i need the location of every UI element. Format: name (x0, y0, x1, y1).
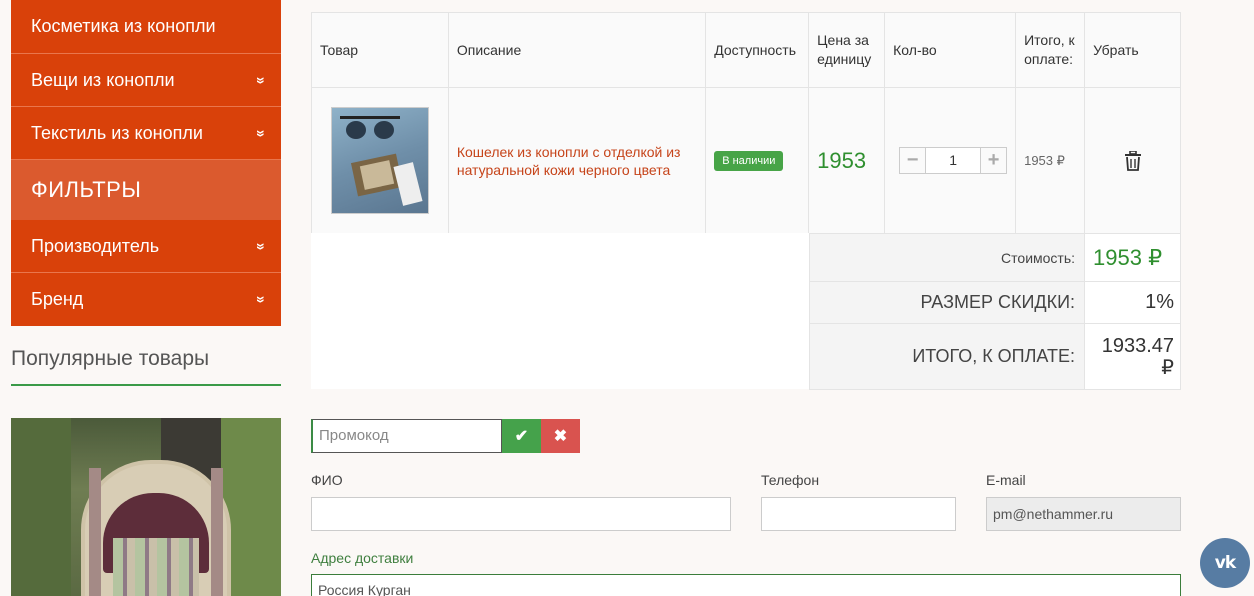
total-cell: 1953 ₽ (1015, 87, 1086, 234)
col-availability: Доступность (705, 12, 810, 88)
name-field[interactable] (311, 497, 731, 531)
col-description: Описание (447, 12, 707, 88)
availability-cell: В наличии (705, 87, 810, 234)
menu-item-label: Косметика из конопли (31, 16, 216, 36)
quantity-increase-button[interactable]: + (980, 147, 1008, 174)
filter-label: Производитель (31, 235, 160, 256)
chevron-down-icon[interactable]: » (252, 242, 272, 249)
filter-manufacturer[interactable]: Производитель » (11, 220, 281, 273)
product-image-cell (311, 87, 449, 234)
cost-label: Стоимость: (808, 233, 1086, 282)
chevron-down-icon[interactable]: » (252, 76, 272, 83)
filter-brand[interactable]: Бренд » (11, 273, 281, 326)
filter-label: Бренд (31, 289, 84, 309)
col-total: Итого, к оплате: (1015, 12, 1086, 88)
quantity-decrease-button[interactable]: − (899, 147, 927, 174)
total-label: ИТОГО, К ОПЛАТЕ: (808, 323, 1086, 390)
address-field[interactable]: Россия Курган (311, 574, 1181, 596)
category-menu: Косметика из конопли Вещи из конопли » Т… (11, 0, 281, 326)
menu-item-textile[interactable]: Текстиль из конопли » (11, 107, 281, 160)
vk-icon: vk (1214, 553, 1236, 573)
total-value: 1933.47 ₽ (1084, 323, 1181, 390)
cart-table: Товар Описание Доступность Цена за едини… (311, 12, 1181, 234)
discount-value: 1% (1084, 281, 1181, 324)
email-field[interactable]: pm@nethammer.ru (986, 497, 1181, 531)
product-name-link[interactable]: Кошелек из конопли с отделкой из натурал… (449, 143, 705, 179)
col-quantity: Кол-во (884, 12, 1017, 88)
address-label: Адрес доставки (311, 550, 414, 566)
table-row: Кошелек из конопли с отделкой из натурал… (311, 87, 1181, 234)
product-image[interactable] (330, 107, 429, 214)
popular-products-title: Популярные товары (11, 347, 281, 386)
item-total: 1953 ₽ (1024, 152, 1065, 168)
menu-item-label: Текстиль из конопли (31, 122, 203, 143)
promo-code-input[interactable]: Промокод (311, 419, 502, 453)
remove-cell (1084, 87, 1181, 234)
col-unit-price: Цена за единицу (808, 12, 886, 88)
phone-label: Телефон (761, 472, 820, 488)
vk-widget-button[interactable]: vk (1200, 538, 1250, 588)
popular-product-image[interactable] (11, 418, 281, 596)
cost-value: 1953 ₽ (1084, 233, 1181, 282)
discount-label: РАЗМЕР СКИДКИ: (808, 281, 1086, 324)
unit-price: 1953 (817, 147, 867, 173)
filters-header: ФИЛЬТРЫ (11, 160, 281, 220)
email-label: E-mail (986, 472, 1026, 488)
quantity-cell: − 1 + (884, 87, 1017, 234)
remove-item-button[interactable] (1085, 150, 1180, 171)
col-remove: Убрать (1084, 12, 1181, 88)
close-icon: ✖ (553, 428, 568, 445)
clear-promo-button[interactable]: ✖ (541, 419, 580, 453)
promo-code-group: Промокод ✔ ✖ (311, 419, 580, 453)
availability-badge: В наличии (714, 150, 784, 171)
check-icon: ✔ (514, 428, 529, 445)
product-description-cell: Кошелек из конопли с отделкой из натурал… (447, 87, 707, 234)
quantity-input[interactable]: 1 (926, 147, 981, 174)
phone-field[interactable] (761, 497, 956, 531)
chevron-down-icon[interactable]: » (252, 129, 272, 136)
cart-header-row: Товар Описание Доступность Цена за едини… (311, 12, 1181, 88)
chevron-down-icon[interactable]: » (252, 296, 272, 303)
apply-promo-button[interactable]: ✔ (502, 419, 541, 453)
cart-summary: Стоимость: 1953 ₽ РАЗМЕР СКИДКИ: 1% ИТОГ… (311, 233, 1181, 390)
sidebar: Косметика из конопли Вещи из конопли » Т… (11, 0, 281, 596)
menu-item-things[interactable]: Вещи из конопли » (11, 54, 281, 107)
name-label: ФИО (311, 472, 343, 488)
unit-price-cell: 1953 (808, 87, 886, 234)
summary-table: Стоимость: 1953 ₽ РАЗМЕР СКИДКИ: 1% ИТОГ… (808, 233, 1181, 390)
trash-icon[interactable] (1124, 150, 1142, 171)
col-product: Товар (311, 12, 449, 88)
menu-item-label: Вещи из конопли (31, 69, 175, 90)
quantity-stepper: − 1 + (899, 147, 1015, 174)
menu-item-cosmetics[interactable]: Косметика из конопли (11, 0, 281, 54)
